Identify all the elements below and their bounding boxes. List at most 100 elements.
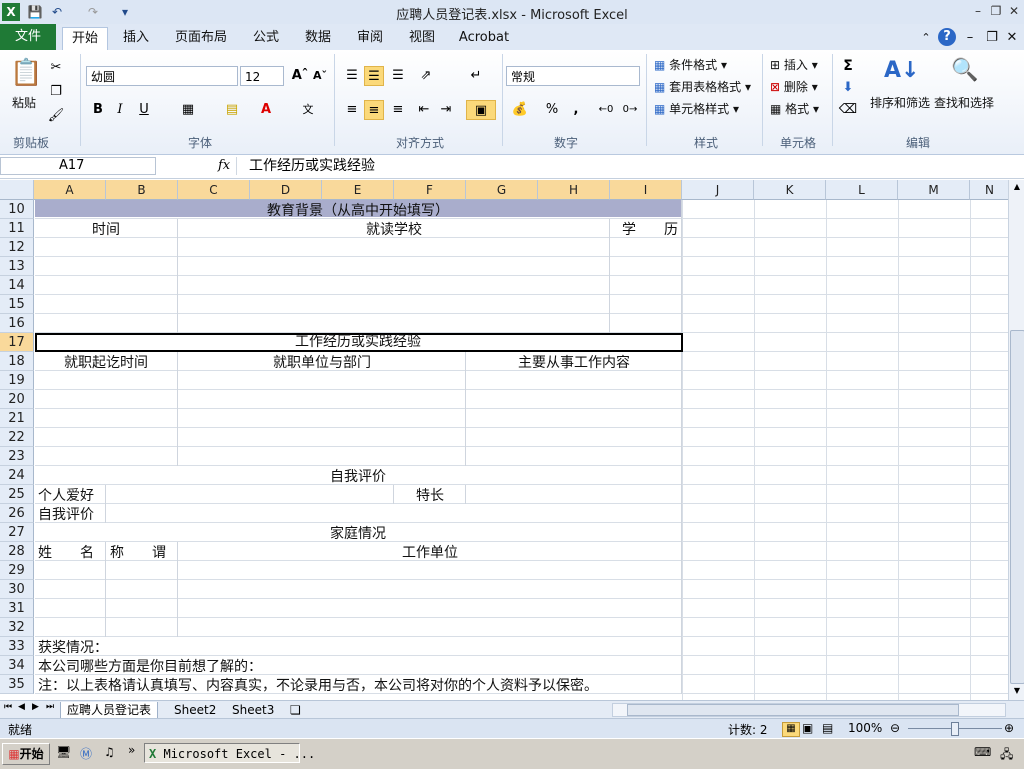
page-layout-view-icon[interactable]: ▣ xyxy=(802,721,813,735)
font-name-select[interactable]: 幼圆 xyxy=(86,66,238,86)
row-header[interactable]: 16 xyxy=(0,314,34,333)
conditional-format-button[interactable]: ▦ 条件格式 ▾ xyxy=(654,56,727,73)
column-header[interactable]: A xyxy=(34,180,106,200)
column-header[interactable]: K xyxy=(754,180,826,200)
copy-icon[interactable]: ❐ xyxy=(46,82,66,102)
format-as-table-button[interactable]: ▦ 套用表格格式 ▾ xyxy=(654,78,751,95)
row-header[interactable]: 18 xyxy=(0,352,34,371)
align-bottom-icon[interactable]: ☰ xyxy=(388,66,408,86)
row-header[interactable]: 34 xyxy=(0,656,34,675)
row-header[interactable]: 35 xyxy=(0,675,34,694)
sheet-nav-last-icon[interactable]: ⏭ xyxy=(46,702,54,712)
tab-insert[interactable]: 插入 xyxy=(116,27,156,49)
shrink-font-icon[interactable]: Aˇ xyxy=(310,66,330,86)
column-header[interactable]: B xyxy=(106,180,178,200)
sheet-tab-3[interactable]: Sheet3 xyxy=(226,702,280,718)
orientation-icon[interactable]: ⇗ xyxy=(416,66,436,86)
network-tray-icon[interactable]: 🖧 xyxy=(1000,745,1013,766)
font-size-select[interactable]: 12 xyxy=(240,66,284,86)
row-header[interactable]: 15 xyxy=(0,295,34,314)
vertical-scrollbar[interactable]: ▲ ▼ xyxy=(1008,180,1024,700)
insert-cells-button[interactable]: ⊞ 插入 ▾ xyxy=(770,56,818,73)
row-header[interactable]: 12 xyxy=(0,238,34,257)
sheet-nav-prev-icon[interactable]: ◀ xyxy=(18,702,25,712)
help-icon[interactable]: ? xyxy=(938,28,956,46)
row-header[interactable]: 14 xyxy=(0,276,34,295)
desktop-icon[interactable]: 🖥 xyxy=(56,745,71,759)
page-break-view-icon[interactable]: ▤ xyxy=(822,721,833,735)
row-header[interactable]: 25 xyxy=(0,485,34,504)
vertical-scroll-thumb[interactable] xyxy=(1010,330,1024,684)
row-header[interactable]: 17 xyxy=(0,333,34,352)
tab-review[interactable]: 审阅 xyxy=(350,27,390,49)
align-left-icon[interactable]: ≡ xyxy=(342,100,362,120)
format-cells-button[interactable]: ▦ 格式 ▾ xyxy=(770,100,819,117)
row-header[interactable]: 31 xyxy=(0,599,34,618)
scroll-down-icon[interactable]: ▼ xyxy=(1011,686,1023,698)
sheet-tab-1[interactable]: 应聘人员登记表 xyxy=(60,702,159,719)
column-header[interactable]: F xyxy=(394,180,466,200)
align-top-icon[interactable]: ☰ xyxy=(342,66,362,86)
row-header[interactable]: 13 xyxy=(0,257,34,276)
worksheet-grid[interactable]: ABCDEFGHIJKLMN 10 11 12 13 14 15 16 17 18 19 20 21 2… xyxy=(0,180,1008,702)
zoom-slider-handle[interactable] xyxy=(951,722,959,736)
percent-button[interactable]: % xyxy=(542,100,562,120)
italic-button[interactable]: I xyxy=(110,100,130,120)
row-header[interactable]: 30 xyxy=(0,580,34,599)
autosum-button[interactable]: Σ xyxy=(838,56,858,76)
close-icon[interactable]: ✕ xyxy=(1004,2,1024,20)
align-right-icon[interactable]: ≡ xyxy=(388,100,408,120)
grow-font-icon[interactable]: Aˆ xyxy=(290,66,310,86)
cell-styles-button[interactable]: ▦ 单元格样式 ▾ xyxy=(654,100,739,117)
row-header[interactable]: 24 xyxy=(0,466,34,485)
column-header[interactable]: L xyxy=(826,180,898,200)
zoom-in-icon[interactable]: ⊕ xyxy=(1004,721,1014,735)
quicklaunch-more-icon[interactable]: » xyxy=(128,743,135,757)
find-select-label[interactable]: 查找和选择 xyxy=(934,94,994,111)
align-center-icon[interactable]: ≡ xyxy=(364,100,384,120)
underline-button[interactable]: U xyxy=(134,100,154,120)
ie-icon[interactable]: Ⓜ xyxy=(80,745,92,762)
horizontal-scroll-thumb[interactable] xyxy=(627,704,959,716)
column-header[interactable]: I xyxy=(610,180,682,200)
comma-button[interactable]: , xyxy=(566,100,586,120)
row-header[interactable]: 33 xyxy=(0,637,34,656)
align-middle-icon[interactable]: ☰ xyxy=(364,66,384,86)
doc-restore-icon[interactable]: ❐ xyxy=(984,27,1000,49)
sheet-nav-first-icon[interactable]: ⏮ xyxy=(4,702,12,712)
decrease-decimal-icon[interactable]: 0→ xyxy=(620,100,640,120)
name-box[interactable]: A17 xyxy=(0,157,156,175)
paste-label[interactable]: 粘贴 xyxy=(12,94,36,111)
collapse-ribbon-icon[interactable]: ⌃ xyxy=(918,27,934,49)
row-header[interactable]: 11 xyxy=(0,219,34,238)
row-header[interactable]: 29 xyxy=(0,561,34,580)
row-header[interactable]: 28 xyxy=(0,542,34,561)
sheet-nav-next-icon[interactable]: ▶ xyxy=(32,702,39,712)
row-header[interactable]: 22 xyxy=(0,428,34,447)
sheet-tab-2[interactable]: Sheet2 xyxy=(168,702,222,718)
restore-icon[interactable]: ❐ xyxy=(986,2,1006,20)
column-header[interactable]: N xyxy=(970,180,1008,200)
column-header[interactable]: G xyxy=(466,180,538,200)
tab-home[interactable]: 开始 xyxy=(62,27,108,50)
column-header[interactable]: M xyxy=(898,180,970,200)
row-header[interactable]: 32 xyxy=(0,618,34,637)
fill-color-icon[interactable]: ▤ xyxy=(222,100,242,120)
scroll-up-icon[interactable]: ▲ xyxy=(1011,182,1023,194)
doc-minimize-icon[interactable]: – xyxy=(962,27,978,49)
column-header[interactable]: H xyxy=(538,180,610,200)
start-button[interactable]: ▦开始 xyxy=(2,743,50,765)
tab-acrobat[interactable]: Acrobat xyxy=(454,27,514,49)
tab-page-layout[interactable]: 页面布局 xyxy=(170,27,232,49)
formula-input[interactable]: 工作经历或实践经验 xyxy=(236,157,1021,175)
row-header[interactable]: 27 xyxy=(0,523,34,542)
increase-indent-icon[interactable]: ⇥ xyxy=(436,100,456,120)
cut-icon[interactable]: ✂ xyxy=(46,58,66,78)
horizontal-scrollbar[interactable] xyxy=(612,703,1006,717)
keyboard-tray-icon[interactable]: ⌨ xyxy=(974,745,991,759)
insert-sheet-icon[interactable]: ❏ xyxy=(284,702,307,718)
border-icon[interactable]: ▦ xyxy=(178,100,198,120)
column-header[interactable]: D xyxy=(250,180,322,200)
column-header[interactable]: E xyxy=(322,180,394,200)
delete-cells-button[interactable]: ⊠ 删除 ▾ xyxy=(770,78,818,95)
